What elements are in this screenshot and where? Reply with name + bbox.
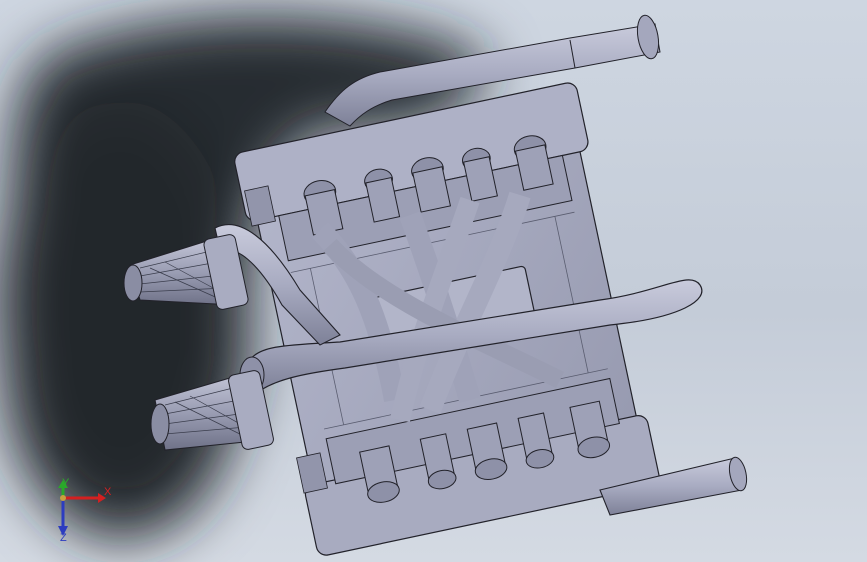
x-axis-label: X bbox=[104, 486, 112, 498]
coordinate-triad: X Y Z bbox=[48, 478, 128, 548]
y-axis-label: Y bbox=[62, 477, 70, 489]
triad-origin bbox=[60, 495, 66, 501]
graphics-viewport[interactable] bbox=[0, 0, 867, 562]
z-axis-label: Z bbox=[60, 532, 67, 544]
engine-model[interactable] bbox=[0, 0, 867, 562]
